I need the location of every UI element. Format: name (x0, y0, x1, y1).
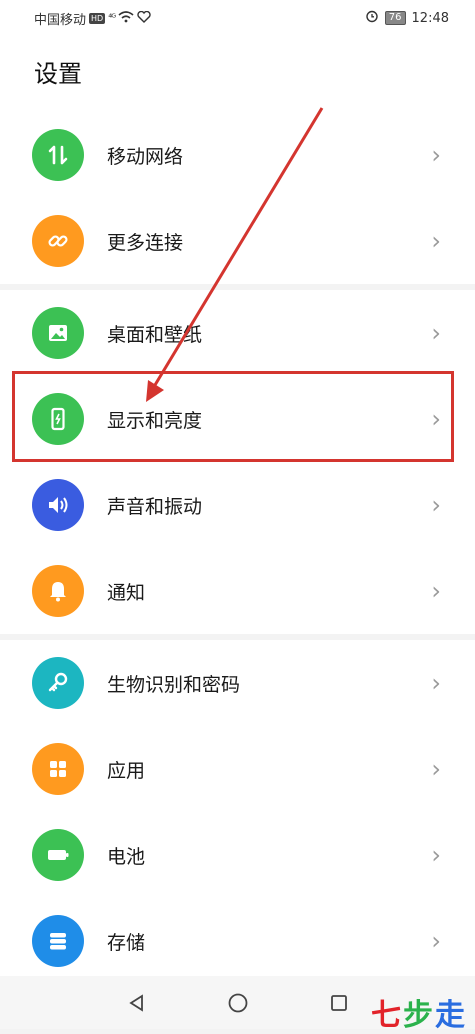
chevron-right-icon: › (431, 227, 441, 255)
watermark-char: 走 (435, 998, 467, 1033)
carrier-label: 中国移动 (34, 13, 87, 28)
heart-icon (137, 10, 151, 27)
settings-item-label: 桌面和壁纸 (107, 323, 203, 346)
chevron-right-icon: › (431, 755, 441, 783)
settings-group-display: 桌面和壁纸 › 显示和亮度 › 声音和振动 › 通知 › (0, 290, 475, 634)
clock: 12:48 (411, 10, 449, 26)
settings-item-storage[interactable]: 存储 › (0, 898, 475, 984)
signal-icon: ⁴ᴳ (108, 13, 116, 24)
wifi-icon (118, 10, 134, 27)
settings-item-label: 更多连接 (107, 231, 184, 254)
battery-icon (32, 829, 84, 881)
storage-icon (32, 915, 84, 967)
settings-item-label: 显示和亮度 (107, 409, 203, 432)
settings-item-display-brightness[interactable]: 显示和亮度 › (0, 376, 475, 462)
settings-item-label: 存储 (107, 931, 146, 954)
hd-badge: HD (89, 13, 106, 24)
settings-item-label: 生物识别和密码 (107, 673, 241, 696)
recents-button[interactable] (326, 990, 352, 1016)
chevron-right-icon: › (431, 319, 441, 347)
link-icon (32, 215, 84, 267)
chevron-right-icon: › (431, 841, 441, 869)
settings-item-mobile-network[interactable]: 移动网络 › (0, 112, 475, 198)
apps-icon (32, 743, 84, 795)
settings-item-more-connections[interactable]: 更多连接 › (0, 198, 475, 284)
display-icon (32, 393, 84, 445)
settings-item-label: 声音和振动 (107, 495, 203, 518)
chevron-right-icon: › (431, 669, 441, 697)
settings-item-sound-vibration[interactable]: 声音和振动 › (0, 462, 475, 548)
settings-item-wallpaper[interactable]: 桌面和壁纸 › (0, 290, 475, 376)
watermark-char: 七 (371, 998, 403, 1033)
wallpaper-icon (32, 307, 84, 359)
home-button[interactable] (225, 990, 251, 1016)
chevron-right-icon: › (431, 405, 441, 433)
watermark-logo: 七步走 (371, 990, 467, 1034)
chevron-right-icon: › (431, 927, 441, 955)
settings-item-label: 通知 (107, 581, 146, 604)
sound-icon (32, 479, 84, 531)
chevron-right-icon: › (431, 491, 441, 519)
chevron-right-icon: › (431, 577, 441, 605)
watermark-char: 步 (403, 998, 435, 1033)
settings-item-label: 移动网络 (107, 145, 184, 168)
battery-indicator: 76 (384, 11, 406, 25)
bell-icon (32, 565, 84, 617)
key-icon (32, 657, 84, 709)
settings-item-label: 应用 (107, 759, 146, 782)
settings-header: 设置 (0, 34, 475, 118)
settings-item-apps[interactable]: 应用 › (0, 726, 475, 812)
settings-item-notifications[interactable]: 通知 › (0, 548, 475, 634)
settings-item-battery[interactable]: 电池 › (0, 812, 475, 898)
page-title: 设置 (34, 60, 82, 88)
settings-item-biometrics-password[interactable]: 生物识别和密码 › (0, 640, 475, 726)
mobile-data-icon (32, 129, 84, 181)
settings-group-connectivity: 移动网络 › 更多连接 › (0, 112, 475, 284)
chevron-right-icon: › (431, 141, 441, 169)
settings-group-system: 生物识别和密码 › 应用 › 电池 › 存储 › (0, 640, 475, 984)
back-button[interactable] (124, 990, 150, 1016)
status-bar: 中国移动 HD ⁴ᴳ 76 12:48 (0, 0, 475, 34)
settings-item-label: 电池 (107, 845, 146, 868)
alarm-icon (365, 9, 379, 27)
